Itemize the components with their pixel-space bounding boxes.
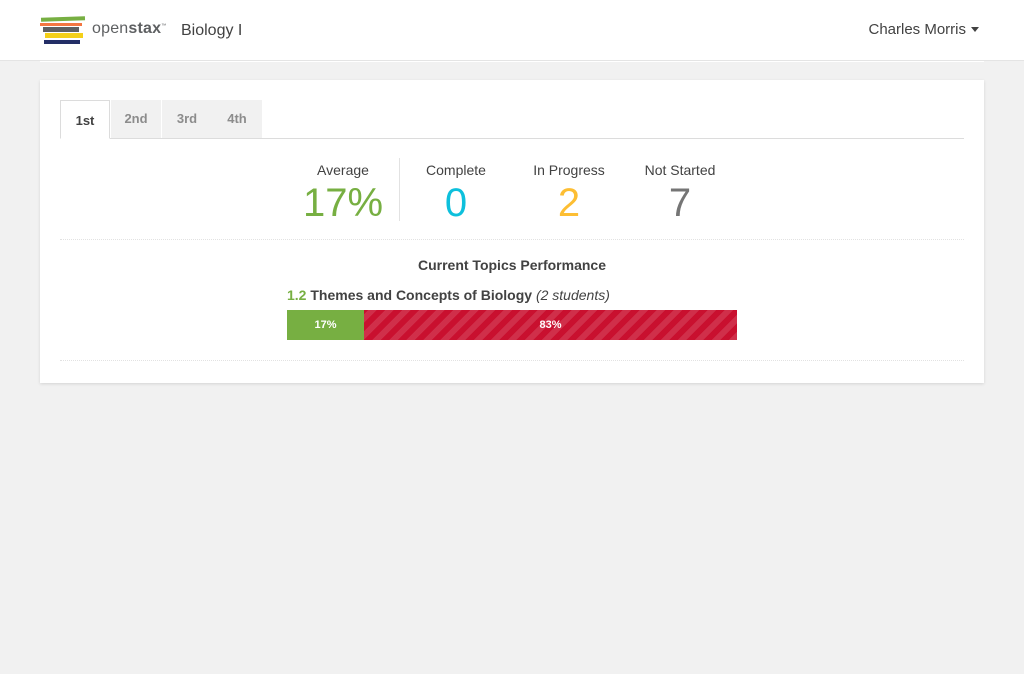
stat-complete-value: 0 (444, 181, 468, 225)
caret-down-icon (971, 26, 979, 32)
period-tabs: 1st 2nd 3rd 4th (60, 100, 964, 139)
performance-card: 1st 2nd 3rd 4th Average 17% Complete 0 I… (40, 80, 984, 383)
performance-title: Current Topics Performance (417, 257, 606, 273)
brand-text[interactable]: openstax™ (92, 20, 166, 38)
stat-not-started-value: 7 (668, 181, 692, 225)
navbar: openstax™ Biology I Charles Morris (0, 0, 1024, 61)
divider-bottom (60, 360, 964, 361)
topic-progress-bar[interactable]: 17% 83% (287, 310, 737, 340)
divider-top (60, 239, 964, 240)
user-name: Charles Morris (868, 21, 966, 38)
tab-2nd[interactable]: 2nd (111, 100, 161, 138)
navbar-underline (40, 61, 984, 62)
stat-in-progress: In Progress 2 (520, 162, 618, 224)
topic-heading[interactable]: 1.2 Themes and Concepts of Biology (2 st… (287, 287, 610, 303)
stat-not-started-label: Not Started (644, 162, 716, 178)
stat-complete: Complete 0 (410, 162, 502, 224)
brand-prefix: open (92, 20, 129, 37)
stat-not-started: Not Started 7 (632, 162, 728, 224)
stat-average-value: 17% (302, 181, 384, 225)
progress-correct-segment: 17% (287, 310, 364, 340)
stat-average-label: Average (317, 162, 369, 178)
topic-number: 1.2 (287, 287, 307, 303)
stat-in-progress-value: 2 (557, 181, 581, 225)
topic-student-count: (2 students) (535, 287, 610, 303)
stat-complete-label: Complete (426, 162, 486, 178)
topic-name: Themes and Concepts of Biology (310, 287, 533, 303)
tab-3rd[interactable]: 3rd (162, 100, 212, 138)
stat-in-progress-label: In Progress (533, 162, 605, 178)
stat-average: Average 17% (298, 162, 388, 224)
brand-bold: stax (128, 20, 162, 37)
tab-4th[interactable]: 4th (212, 100, 262, 138)
tab-1st[interactable]: 1st (60, 100, 110, 139)
stat-divider (399, 158, 400, 221)
brand-trademark: ™ (161, 23, 167, 29)
user-menu-button[interactable]: Charles Morris (868, 21, 979, 38)
course-title[interactable]: Biology I (181, 22, 242, 40)
openstax-logo-icon[interactable] (40, 16, 86, 46)
progress-incorrect-segment: 83% (364, 310, 737, 340)
